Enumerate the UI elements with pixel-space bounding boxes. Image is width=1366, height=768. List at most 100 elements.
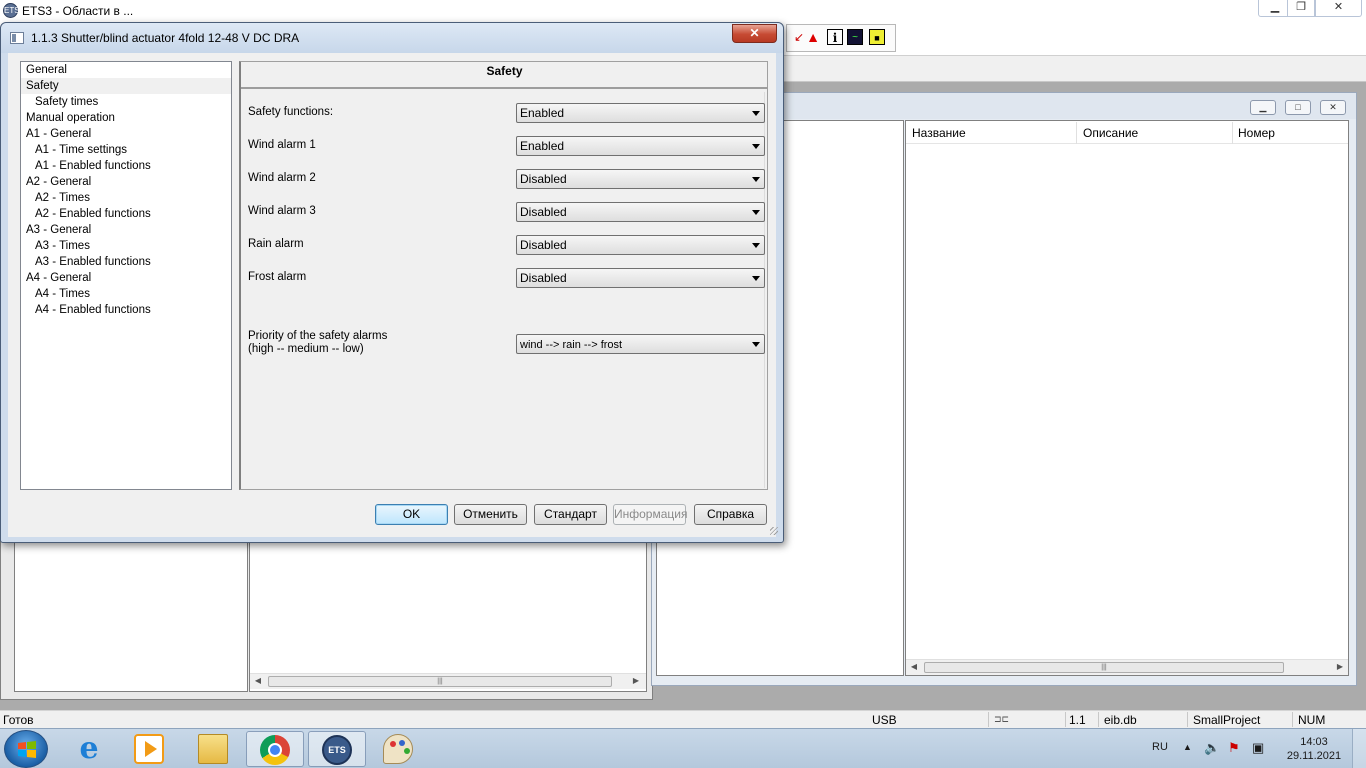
column-header-number[interactable]: Номер xyxy=(1238,126,1275,140)
alarm-priority-select[interactable]: wind --> rain --> frost xyxy=(516,334,765,354)
chevron-down-icon xyxy=(752,276,760,281)
column-header-description[interactable]: Описание xyxy=(1083,126,1138,140)
scroll-left-icon[interactable]: ◀ xyxy=(252,676,264,685)
wind-alarm-1-select[interactable]: Enabled xyxy=(516,136,765,156)
select-value: Enabled xyxy=(520,139,565,153)
nav-item-a2-general[interactable]: A2 - General xyxy=(21,174,231,190)
column-separator[interactable] xyxy=(1232,122,1233,144)
language-indicator[interactable]: RU xyxy=(1152,741,1168,753)
nav-item-a4-general[interactable]: A4 - General xyxy=(21,270,231,286)
network-icon[interactable]: ▣ xyxy=(1252,740,1264,756)
dialog-close-button[interactable]: ✕ xyxy=(732,24,777,43)
parameter-page-list[interactable]: General Safety Safety times Manual opera… xyxy=(20,61,232,490)
taskbar-ets[interactable]: ETS xyxy=(308,731,366,767)
status-interface: USB xyxy=(872,713,897,727)
taskbar-media-player[interactable] xyxy=(121,731,179,767)
taskbar-paint[interactable] xyxy=(370,731,428,767)
taskbar: e ETS RU ▲ 🔈 ⚑ ▣ 14:03 29.11.2021 xyxy=(0,728,1366,768)
nav-item-safety-times[interactable]: Safety times xyxy=(21,94,231,110)
status-separator xyxy=(988,712,989,727)
safety-functions-select[interactable]: Enabled xyxy=(516,103,765,123)
status-ready: Готов xyxy=(3,713,34,727)
param-label-wind-alarm-2: Wind alarm 2 xyxy=(248,172,316,184)
scroll-thumb[interactable]: ||| xyxy=(268,676,612,687)
help-button[interactable]: Справка xyxy=(694,504,767,525)
wind-alarm-2-select[interactable]: Disabled xyxy=(516,169,765,189)
mdi-maximize-button[interactable]: □ xyxy=(1285,100,1311,115)
resize-grip[interactable] xyxy=(770,527,778,535)
column-separator[interactable] xyxy=(1076,122,1077,144)
paint-icon xyxy=(383,734,413,764)
priority-label-line-1: Priority of the safety alarms xyxy=(248,330,388,342)
taskbar-internet-explorer[interactable]: e xyxy=(61,731,119,767)
group-monitor-icon[interactable]: ■ xyxy=(869,29,885,45)
flag-icon[interactable]: ⚑ xyxy=(1228,740,1240,756)
nav-item-safety[interactable]: Safety xyxy=(21,78,231,94)
scroll-right-icon[interactable]: ▶ xyxy=(1334,662,1346,671)
status-separator xyxy=(1292,712,1293,727)
taskbar-chrome[interactable] xyxy=(246,731,304,767)
horizontal-scrollbar[interactable]: ◀ ||| ▶ xyxy=(250,673,646,689)
nav-item-a1-time-settings[interactable]: A1 - Time settings xyxy=(21,142,231,158)
horizontal-scrollbar[interactable]: ◀ ||| ▶ xyxy=(906,659,1348,675)
mdi-close-button[interactable]: ✕ xyxy=(1320,100,1346,115)
show-hidden-icons-icon[interactable]: ▲ xyxy=(1183,742,1192,752)
nav-item-a1-general[interactable]: A1 - General xyxy=(21,126,231,142)
internet-explorer-icon: e xyxy=(79,731,99,766)
status-separator xyxy=(1098,712,1099,727)
nav-item-a2-times[interactable]: A2 - Times xyxy=(21,190,231,206)
nav-item-a3-enabled-functions[interactable]: A3 - Enabled functions xyxy=(21,254,231,270)
settings-panel: Safety Safety functions: Enabled Wind al… xyxy=(239,61,768,490)
main-window-title: ETS3 - Области в ... xyxy=(22,4,134,18)
chevron-down-icon xyxy=(752,144,760,149)
speaker-icon[interactable]: 🔈 xyxy=(1204,740,1220,756)
close-button[interactable]: ✕ xyxy=(1315,0,1362,17)
select-value: Enabled xyxy=(520,106,565,120)
nav-item-general[interactable]: General xyxy=(21,62,231,78)
nav-item-a1-enabled-functions[interactable]: A1 - Enabled functions xyxy=(21,158,231,174)
nav-item-a3-times[interactable]: A3 - Times xyxy=(21,238,231,254)
left-tree-pane[interactable] xyxy=(14,540,248,692)
info-icon[interactable]: i xyxy=(827,29,843,45)
scroll-right-icon[interactable]: ▶ xyxy=(630,676,642,685)
ets-app-icon: ETS xyxy=(3,3,20,18)
chevron-down-icon xyxy=(752,210,760,215)
scroll-thumb[interactable]: ||| xyxy=(924,662,1284,673)
ok-button[interactable]: OK xyxy=(375,504,448,525)
chevron-down-icon xyxy=(752,111,760,116)
show-desktop-button[interactable] xyxy=(1352,729,1366,768)
info-button: Информация xyxy=(613,504,687,525)
nav-item-a2-enabled-functions[interactable]: A2 - Enabled functions xyxy=(21,206,231,222)
tray-clock[interactable]: 14:03 29.11.2021 xyxy=(1286,735,1342,763)
wind-alarm-3-select[interactable]: Disabled xyxy=(516,202,765,222)
bus-monitor-icon[interactable]: ~ xyxy=(847,29,863,45)
dialog-titlebar[interactable]: 1.1.3 Shutter/blind actuator 4fold 12-48… xyxy=(1,23,783,53)
nav-item-a4-enabled-functions[interactable]: A4 - Enabled functions xyxy=(21,302,231,318)
nav-item-a4-times[interactable]: A4 - Times xyxy=(21,286,231,302)
start-button[interactable] xyxy=(4,730,48,768)
rain-alarm-select[interactable]: Disabled xyxy=(516,235,765,255)
status-separator xyxy=(1187,712,1188,727)
status-address: 1.1 xyxy=(1069,713,1086,727)
restore-button[interactable]: ❐ xyxy=(1287,0,1315,17)
fire-icon[interactable]: ▲ xyxy=(805,29,821,45)
select-value: Disabled xyxy=(520,238,567,252)
cancel-button[interactable]: Отменить xyxy=(454,504,527,525)
taskbar-file-explorer[interactable] xyxy=(185,731,243,767)
left-content-pane[interactable] xyxy=(249,540,647,692)
select-value: Disabled xyxy=(520,172,567,186)
nav-item-a3-general[interactable]: A3 - General xyxy=(21,222,231,238)
scroll-left-icon[interactable]: ◀ xyxy=(908,662,920,671)
nav-item-manual-operation[interactable]: Manual operation xyxy=(21,110,231,126)
frost-alarm-select[interactable]: Disabled xyxy=(516,268,765,288)
ets-taskbar-icon: ETS xyxy=(322,735,352,765)
mdi-minimize-button[interactable]: ▁ xyxy=(1250,100,1276,115)
param-label-wind-alarm-1: Wind alarm 1 xyxy=(248,139,316,151)
default-button[interactable]: Стандарт xyxy=(534,504,607,525)
list-header: Название Описание Номер xyxy=(906,122,1348,144)
windows-flag-icon xyxy=(18,741,36,758)
main-window-titlebar: ETS ETS3 - Области в ... ▁ ❐ ✕ xyxy=(0,0,1366,22)
select-value: Disabled xyxy=(520,271,567,285)
column-header-name[interactable]: Название xyxy=(912,126,966,140)
right-list-pane[interactable] xyxy=(905,120,1349,676)
